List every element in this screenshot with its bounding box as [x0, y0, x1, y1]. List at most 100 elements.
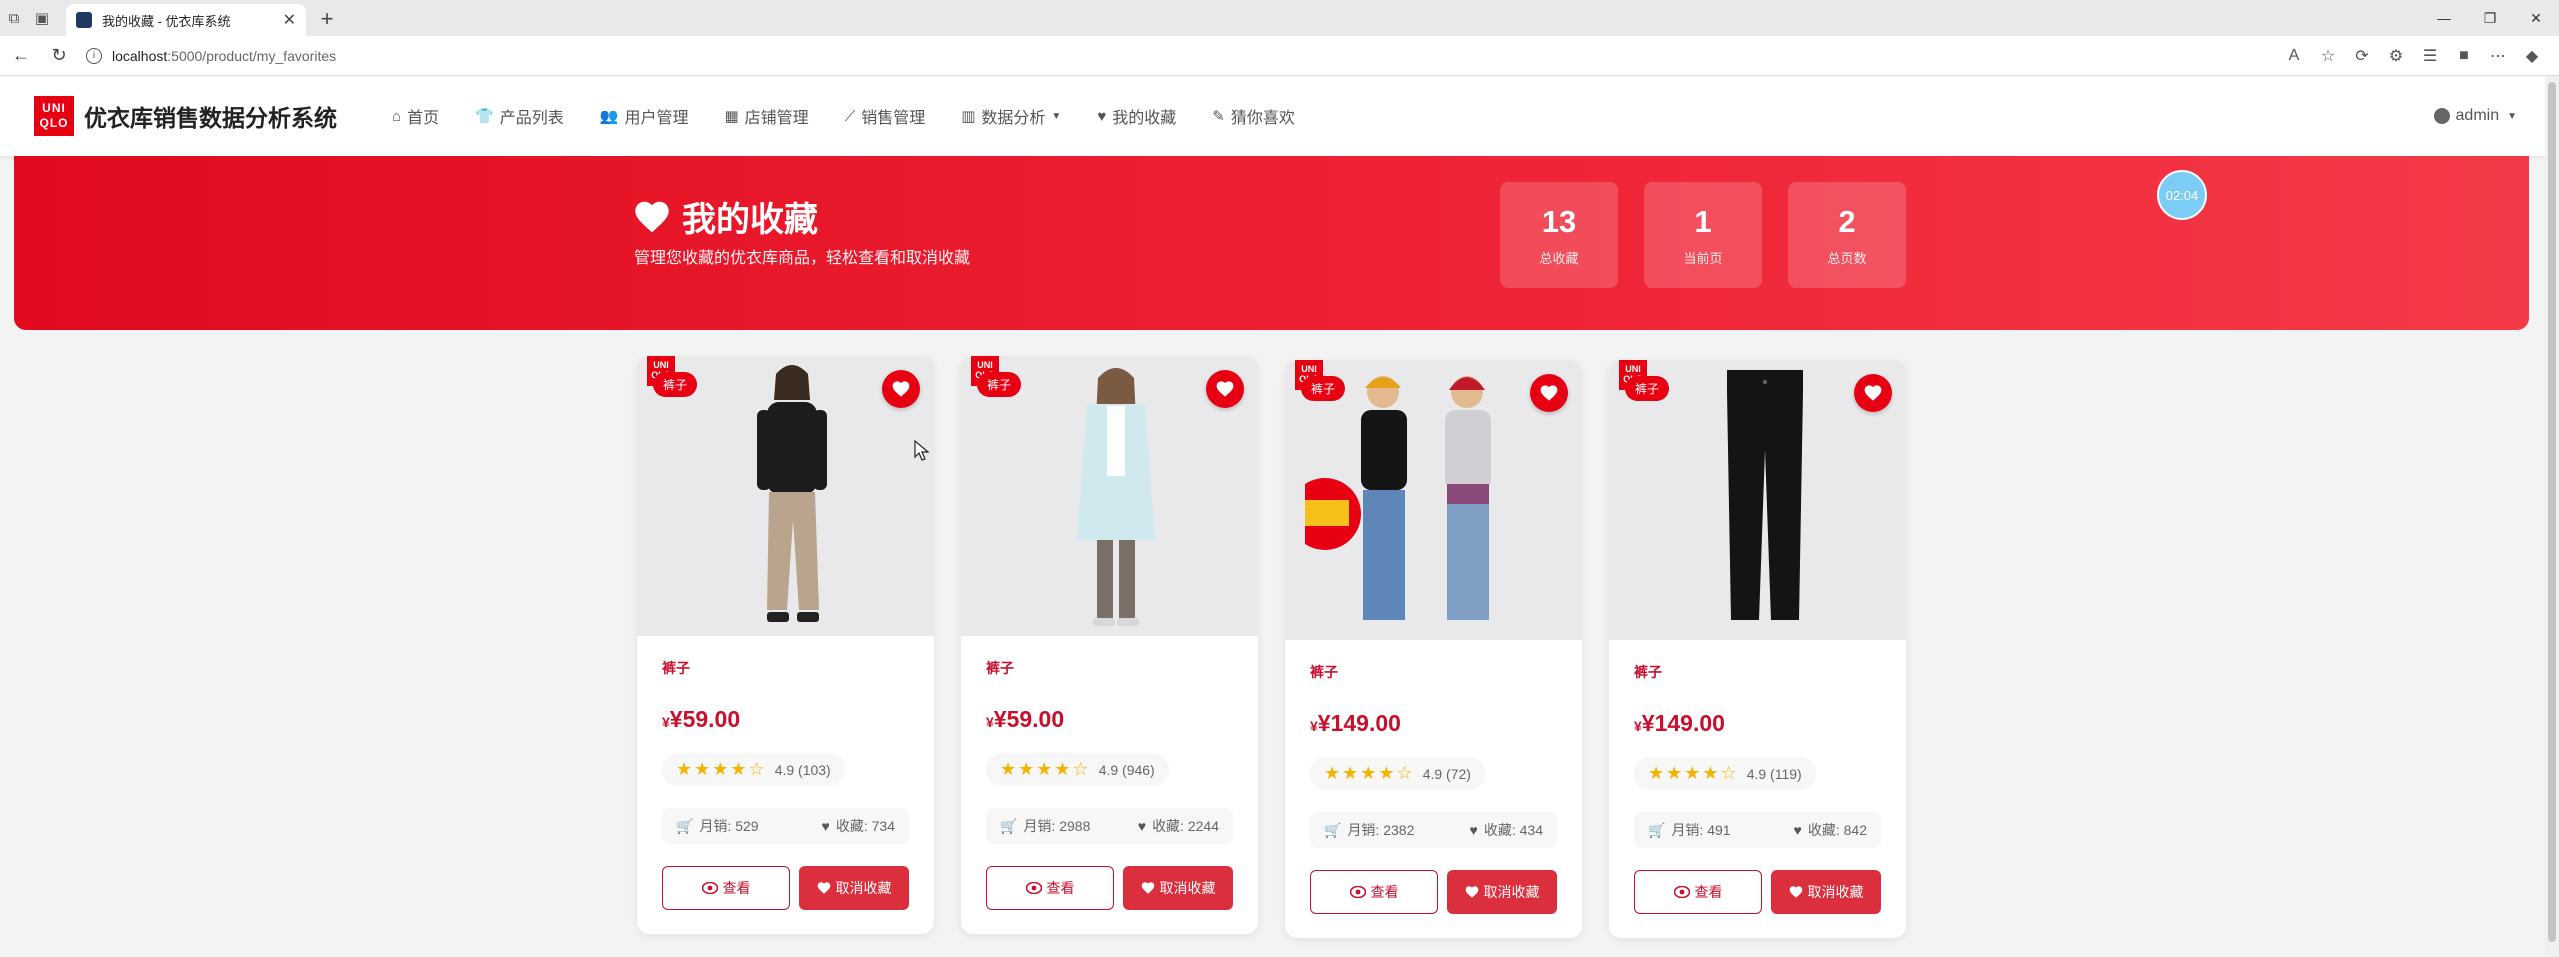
stat-value: 13 [1541, 204, 1577, 239]
extensions-icon[interactable]: ⟳ [2345, 39, 2379, 73]
view-button[interactable]: 查看 [1634, 870, 1762, 914]
stat-current-page: 1 当前页 [1644, 182, 1762, 288]
category-tag: 裤子 [1625, 376, 1670, 401]
heart-icon: ♥ [821, 818, 830, 834]
cart-icon: 🛒 [676, 817, 694, 834]
read-aloud-icon[interactable]: A [2277, 39, 2311, 73]
view-button[interactable]: 查看 [1310, 870, 1438, 914]
unfavorite-label: 取消收藏 [1159, 880, 1216, 896]
product-photo [1305, 376, 1491, 620]
nav-recommend[interactable]: ✎ 猜你喜欢 [1212, 104, 1295, 128]
refresh-icon[interactable]: ↻ [42, 39, 76, 73]
view-button[interactable]: 查看 [986, 866, 1114, 910]
eye-icon [1025, 882, 1042, 894]
category-tag: 裤子 [1301, 376, 1346, 401]
rating-text: 4.9 (103) [774, 761, 831, 778]
more-menu-icon[interactable]: ⋯ [2481, 39, 2515, 73]
back-icon[interactable]: ← [4, 39, 38, 73]
site-info-icon[interactable]: i [86, 47, 102, 64]
heart-icon [1141, 882, 1154, 894]
tab-close-icon[interactable]: ✕ [283, 10, 296, 30]
browser-tools: A ☆ ⟳ ⚙ ☰ ■ ⋯ ◆ [2277, 39, 2549, 73]
nav-products[interactable]: 👕 产品列表 [475, 104, 564, 128]
workspaces-icon[interactable]: ⧉ [0, 4, 28, 32]
new-tab-button[interactable]: + [312, 4, 342, 34]
product-rating: ★★★★☆ 4.9 (103) [662, 753, 845, 786]
favorite-toggle-button[interactable] [1206, 370, 1244, 408]
eye-icon [701, 882, 718, 894]
nav-label: 数据分析 [981, 110, 1046, 127]
card-body: 裤子 ¥¥59.00 ★★★★☆ 4.9 (946) 🛒 月销: 2988 ♥ 收藏… [961, 636, 1258, 934]
product-image[interactable]: UNIQLO 裤子 [1285, 360, 1582, 640]
rating-text: 4.9 (72) [1422, 765, 1471, 782]
extension-icon[interactable]: ⚙ [2379, 39, 2413, 73]
unfavorite-button[interactable]: 取消收藏 [1447, 870, 1557, 914]
nav-label: 产品列表 [499, 110, 564, 127]
hero-title-text: 我的收藏 [682, 201, 818, 239]
view-label: 查看 [722, 880, 751, 896]
cart-icon: 🛒 [1324, 821, 1342, 838]
user-circle-icon [2433, 108, 2450, 124]
cart-icon: 🛒 [1000, 817, 1018, 834]
stat-label: 总页数 [1827, 251, 1867, 266]
favorite-toggle-button[interactable] [882, 370, 920, 408]
nav-label: 用户管理 [624, 110, 689, 127]
mouse-cursor-icon [914, 440, 930, 461]
cat-extension-icon[interactable]: ■ [2447, 39, 2481, 73]
currency-symbol: ¥ [1310, 718, 1318, 734]
copilot-icon[interactable]: ◆ [2515, 39, 2549, 73]
heart-icon [1789, 886, 1802, 898]
minimize-icon[interactable]: — [2421, 0, 2467, 36]
nav-stores[interactable]: ▦ 店铺管理 [724, 104, 808, 128]
user-menu[interactable]: admin ▼ [2433, 76, 2517, 156]
product-photo [1077, 368, 1155, 626]
logo-line1: UNI [42, 101, 66, 115]
nav-favorites[interactable]: ♥ 我的收藏 [1097, 104, 1176, 128]
unfavorite-button[interactable]: 取消收藏 [1771, 870, 1881, 914]
category-tag: 裤子 [977, 372, 1022, 397]
product-image[interactable]: UNIQLO 裤子 [1609, 360, 1906, 640]
rating-text: 4.9 (946) [1098, 761, 1155, 778]
heart-icon [1216, 381, 1234, 397]
view-button[interactable]: 查看 [662, 866, 790, 910]
tab-title: 我的收藏 - 优衣库系统 [102, 13, 231, 29]
nav-analysis[interactable]: ▥ 数据分析 ▼ [961, 104, 1061, 128]
restore-icon[interactable]: ❐ [2467, 0, 2513, 36]
scrollbar-thumb[interactable] [2548, 82, 2556, 942]
product-category: 裤子 [1634, 664, 1662, 680]
browser-tab[interactable]: 我的收藏 - 优衣库系统 ✕ [66, 4, 306, 36]
uniqlo-logo[interactable]: UNI QLO [34, 96, 74, 136]
favorites-list-icon[interactable]: ☰ [2413, 39, 2447, 73]
url-field[interactable]: i localhost:5000/product/my_favorites [86, 47, 2277, 64]
product-price: ¥¥149.00 [1634, 710, 1881, 737]
nav-home[interactable]: ⌂ 首页 [392, 104, 439, 128]
unfavorite-button[interactable]: 取消收藏 [1123, 866, 1233, 910]
currency-symbol: ¥ [662, 714, 670, 730]
star-rating-icon: ★★★★☆ [1324, 763, 1415, 783]
heart-icon: ♥ [1469, 822, 1478, 838]
favorite-card: UNIQLO 裤子 裤子 ¥¥149.00 ★★★★☆ 4.9 (119) 🛒 月… [1609, 360, 1906, 938]
page-scrollbar[interactable] [2545, 76, 2559, 957]
brand-title[interactable]: 优衣库销售数据分析系统 [84, 99, 337, 133]
nav-sales[interactable]: ⟋ 销售管理 [845, 104, 926, 128]
view-label: 查看 [1370, 884, 1399, 900]
card-body: 裤子 ¥¥149.00 ★★★★☆ 4.9 (119) 🛒 月销: 491 ♥ 收藏… [1609, 640, 1906, 938]
stat-label: 总收藏 [1539, 251, 1579, 266]
main-menu: ⌂ 首页 👕 产品列表 👥 用户管理 ▦ 店铺管理 ⟋ 销售管理 ▥ 数据分析 ▼ ♥ 我的收藏… [392, 104, 1331, 128]
product-image[interactable]: UNIQLO 裤子 [961, 356, 1258, 636]
price-value: ¥149.00 [1317, 710, 1401, 736]
favorite-toggle-button[interactable] [1530, 374, 1568, 412]
favorite-star-icon[interactable]: ☆ [2311, 39, 2345, 73]
nav-users[interactable]: 👥 用户管理 [600, 104, 689, 128]
product-image[interactable]: UNIQLO 裤子 [637, 356, 934, 636]
tab-actions-icon[interactable]: ▣ [28, 4, 56, 32]
heart-icon: ♥ [1137, 818, 1147, 834]
favorite-toggle-button[interactable] [1854, 374, 1892, 412]
favs-text: 收藏: 434 [1483, 822, 1543, 838]
close-window-icon[interactable]: ✕ [2513, 0, 2559, 36]
view-label: 查看 [1694, 884, 1723, 900]
unfavorite-button[interactable]: 取消收藏 [799, 866, 909, 910]
product-category: 裤子 [986, 660, 1014, 676]
chart-line-icon: ⟋ [844, 107, 856, 125]
unfavorite-label: 取消收藏 [835, 880, 892, 896]
